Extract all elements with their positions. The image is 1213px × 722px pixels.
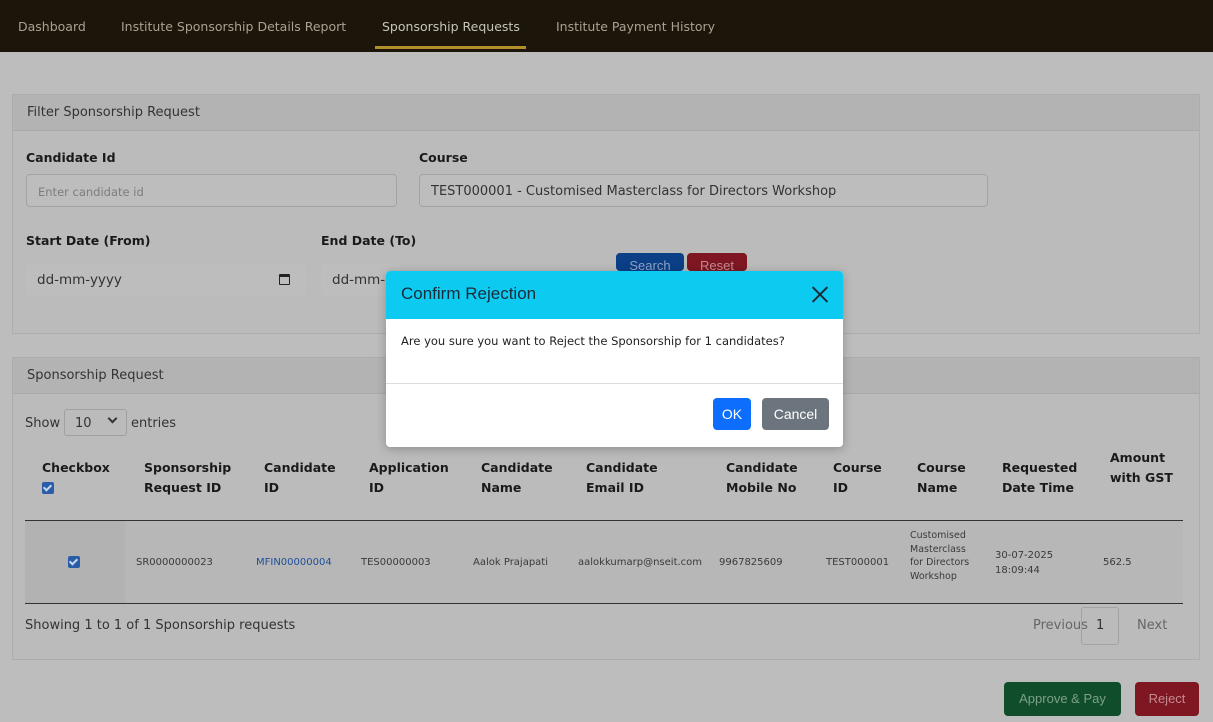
show-label: Show bbox=[25, 416, 61, 431]
course-label: Course bbox=[419, 150, 468, 165]
pagination-page-label: 1 bbox=[1096, 618, 1105, 633]
cell-candidate-name: Aalok Prajapati bbox=[473, 557, 549, 568]
row-checkbox[interactable] bbox=[68, 556, 80, 568]
cell-course-id: TEST000001 bbox=[826, 557, 890, 568]
col-application-id: Application ID bbox=[369, 460, 449, 495]
start-date-value: dd-mm-yyyy bbox=[37, 272, 122, 288]
end-date-label: End Date (To) bbox=[321, 233, 417, 248]
end-date-value: dd-mm- bbox=[332, 272, 386, 288]
dialog-title: Confirm Rejection bbox=[401, 284, 537, 303]
pagination-previous[interactable]: Previous bbox=[1033, 618, 1088, 633]
dialog-message: Are you sure you want to Reject the Spon… bbox=[401, 334, 785, 348]
cell-course-name: Customised Masterclass for Directors Wor… bbox=[910, 530, 970, 582]
col-checkbox: Checkbox bbox=[42, 458, 122, 478]
table-footer-divider bbox=[25, 603, 1183, 604]
table-summary: Showing 1 to 1 of 1 Sponsorship requests bbox=[25, 618, 296, 633]
filter-card-header: Filter Sponsorship Request bbox=[13, 95, 1199, 131]
col-amount: Amount with GST bbox=[1110, 450, 1173, 485]
col-request-id: Sponsorship Request ID bbox=[144, 460, 232, 495]
nav-sponsorship-details-report[interactable]: Institute Sponsorship Details Report bbox=[121, 19, 346, 34]
select-all-checkbox[interactable] bbox=[42, 482, 54, 494]
top-nav: Dashboard Institute Sponsorship Details … bbox=[0, 0, 1213, 52]
calendar-icon[interactable] bbox=[279, 274, 290, 285]
nav-dashboard[interactable]: Dashboard bbox=[18, 19, 86, 34]
cancel-button[interactable]: Cancel bbox=[762, 398, 829, 430]
col-email: Candidate Email ID bbox=[586, 460, 658, 495]
cell-mobile: 9967825609 bbox=[719, 557, 783, 568]
cell-request-id: SR0000000023 bbox=[136, 557, 213, 568]
nav-active-indicator bbox=[375, 46, 526, 49]
candidate-id-input[interactable]: Enter candidate id bbox=[26, 174, 397, 207]
reject-button[interactable]: Reject bbox=[1135, 682, 1199, 716]
candidate-id-placeholder: Enter candidate id bbox=[38, 185, 144, 199]
col-course-id: Course ID bbox=[833, 460, 882, 495]
approve-pay-button[interactable]: Approve & Pay bbox=[1004, 682, 1121, 716]
col-mobile: Candidate Mobile No bbox=[726, 460, 798, 495]
search-button[interactable]: Search bbox=[616, 253, 684, 271]
course-select-value: TEST000001 - Customised Masterclass for … bbox=[431, 184, 837, 199]
chevron-down-icon bbox=[107, 413, 118, 424]
pagination-page-1[interactable]: 1 bbox=[1081, 607, 1119, 645]
ok-button[interactable]: OK bbox=[713, 398, 751, 430]
col-candidate-id: Candidate ID bbox=[264, 460, 336, 495]
cell-amount: 562.5 bbox=[1103, 557, 1132, 568]
start-date-label: Start Date (From) bbox=[26, 233, 151, 248]
col-requested-datetime: Requested Date Time bbox=[1002, 460, 1078, 495]
nav-payment-history[interactable]: Institute Payment History bbox=[556, 19, 715, 34]
col-course-name: Course Name bbox=[917, 460, 966, 495]
close-icon[interactable] bbox=[809, 283, 831, 305]
start-date-input[interactable]: dd-mm-yyyy bbox=[26, 263, 306, 296]
dialog-header: Confirm Rejection bbox=[386, 271, 843, 319]
entries-label: entries bbox=[131, 416, 177, 431]
filter-card-title: Filter Sponsorship Request bbox=[27, 105, 200, 120]
requests-card-title: Sponsorship Request bbox=[27, 368, 164, 383]
cell-candidate-id-link[interactable]: MFIN00000004 bbox=[256, 556, 332, 570]
course-select[interactable]: TEST000001 - Customised Masterclass for … bbox=[419, 174, 988, 207]
dialog-footer-divider bbox=[386, 383, 843, 384]
cell-application-id: TES00000003 bbox=[361, 557, 431, 568]
reset-button[interactable]: Reset bbox=[687, 253, 747, 271]
candidate-id-label: Candidate Id bbox=[26, 150, 116, 165]
pagination-next[interactable]: Next bbox=[1137, 618, 1167, 633]
cell-requested-datetime: 30-07-2025 18:09:44 bbox=[995, 550, 1054, 576]
confirm-rejection-dialog: Confirm Rejection Are you sure you want … bbox=[386, 271, 843, 447]
entries-select[interactable]: 10 bbox=[64, 409, 127, 436]
entries-value: 10 bbox=[75, 416, 92, 431]
col-candidate-name: Candidate Name bbox=[481, 460, 553, 495]
nav-sponsorship-requests[interactable]: Sponsorship Requests bbox=[382, 19, 520, 34]
cell-email: aalokkumarp@nseit.com bbox=[578, 557, 703, 568]
col-checkbox-label: Checkbox bbox=[42, 460, 110, 475]
